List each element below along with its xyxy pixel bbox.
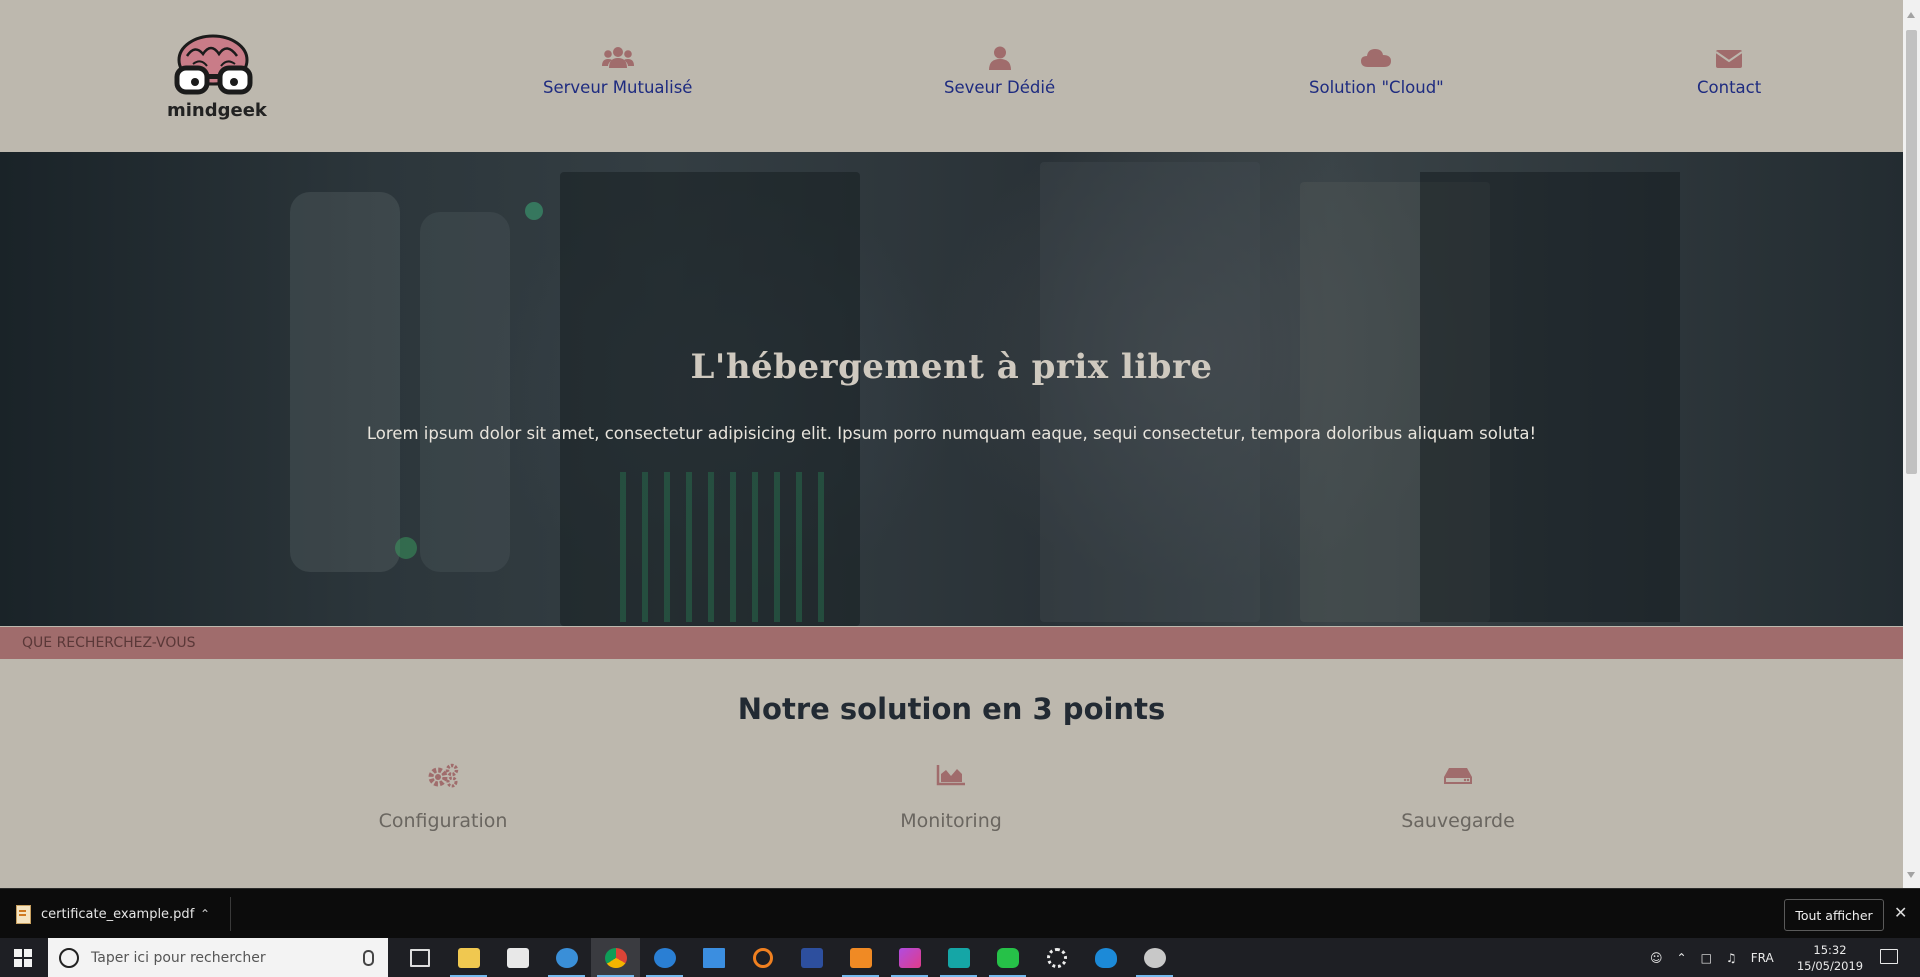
paint-icon[interactable] (1130, 938, 1179, 977)
features-title: Notre solution en 3 points (737, 692, 1166, 726)
network-icon[interactable]: □ (1701, 951, 1712, 965)
nav-label: Seveur Dédié (944, 78, 1056, 97)
nav-solution-cloud[interactable]: Solution "Cloud" (1309, 46, 1444, 97)
browser-icon[interactable] (542, 938, 591, 977)
phpstorm-icon[interactable] (885, 938, 934, 977)
taskbar-search[interactable]: Taper ici pour rechercher (48, 938, 388, 977)
feature-label: Configuration (378, 810, 508, 832)
browser-viewport: mindgeek Serveur Mutualisé Seveur Dédié (0, 0, 1903, 888)
clock[interactable]: 15:32 15/05/2019 (1790, 942, 1870, 974)
hero-bg-shape (525, 202, 543, 220)
taskbar-search-placeholder: Taper ici pour rechercher (91, 949, 266, 966)
chevron-up-icon[interactable]: ⌃ (200, 907, 210, 921)
windows-start-icon[interactable] (14, 949, 32, 967)
clock-time: 15:32 (1813, 943, 1847, 957)
people-icon[interactable]: ☺ (1650, 951, 1663, 965)
pdf-file-icon (16, 904, 31, 924)
volume-icon[interactable]: ♫ (1726, 951, 1737, 965)
hero-title: L'hébergement à prix libre (690, 347, 1213, 387)
nav-contact[interactable]: Contact (1697, 46, 1761, 97)
scroll-up-icon[interactable] (1907, 12, 1915, 18)
site-header: mindgeek Serveur Mutualisé Seveur Dédié (0, 0, 1903, 152)
cloud-icon (1361, 49, 1392, 67)
mysql-icon[interactable] (1081, 938, 1130, 977)
logo-text: mindgeek (167, 100, 267, 121)
feature-sauvegarde: Sauvegarde (1308, 762, 1608, 832)
window-icon[interactable] (689, 938, 738, 977)
download-bar: certificate_example.pdf ⌃ Tout afficher … (0, 888, 1920, 939)
search-bar (0, 627, 1903, 659)
hero-subtitle: Lorem ipsum dolor sit amet, consectetur … (366, 424, 1537, 443)
divider (230, 897, 231, 931)
nav-label: Solution "Cloud" (1309, 78, 1444, 97)
taskbar-apps (395, 938, 1179, 977)
clock-date: 15/05/2019 (1796, 959, 1864, 973)
envelope-icon (1715, 50, 1743, 68)
download-item[interactable]: certificate_example.pdf (16, 901, 194, 927)
microphone-icon[interactable] (363, 950, 374, 966)
area-chart-icon (936, 765, 965, 786)
brain-glasses-icon (174, 34, 253, 95)
search-input[interactable] (22, 633, 202, 653)
close-icon[interactable]: ✕ (1894, 903, 1907, 923)
system-tray: ☺ ⌃ □ ♫ FRA (1650, 938, 1774, 977)
hero-bg-shape (620, 472, 840, 622)
feature-label: Monitoring (900, 810, 1002, 832)
cogs-icon (428, 763, 459, 788)
logo[interactable]: mindgeek (167, 30, 267, 123)
language-indicator[interactable]: FRA (1751, 951, 1774, 965)
download-file-name: certificate_example.pdf (41, 906, 195, 922)
file-explorer-icon[interactable] (444, 938, 493, 977)
hero-bg-shape (1420, 172, 1680, 622)
hero-bg-shape (395, 537, 417, 559)
nav-label: Contact (1697, 78, 1762, 97)
store-icon[interactable] (493, 938, 542, 977)
feature-configuration: Configuration (293, 762, 593, 832)
show-all-button[interactable]: Tout afficher (1784, 899, 1884, 931)
scrollbar-thumb[interactable] (1906, 30, 1917, 474)
sublime-icon[interactable] (836, 938, 885, 977)
powershell-icon[interactable] (787, 938, 836, 977)
feature-monitoring: Monitoring (801, 762, 1101, 832)
nav-serveur-dedie[interactable]: Seveur Dédié (944, 46, 1055, 97)
chrome-icon[interactable] (591, 938, 640, 977)
line-icon[interactable] (983, 938, 1032, 977)
arduino-icon[interactable] (934, 938, 983, 977)
hdd-icon (1444, 768, 1472, 784)
page-scrollbar[interactable] (1903, 0, 1920, 888)
hero-bg-shape (420, 212, 510, 572)
hero-banner: L'hébergement à prix libre Lorem ipsum d… (0, 152, 1903, 626)
hero-bg-shape (1040, 162, 1260, 622)
users-icon (601, 47, 634, 68)
settings-icon[interactable] (1032, 938, 1081, 977)
nav-label: Serveur Mutualisé (543, 78, 693, 97)
vpn-icon[interactable] (640, 938, 689, 977)
task-view-icon[interactable] (395, 938, 444, 977)
windows-taskbar: Taper ici pour rechercher ☺ ⌃ □ ♫ FRA 15… (0, 938, 1920, 977)
cortana-icon (59, 947, 79, 968)
nav-serveur-mutualise[interactable]: Serveur Mutualisé (543, 46, 692, 97)
search-tool-icon[interactable] (738, 938, 787, 977)
user-icon (988, 46, 1011, 70)
notification-icon[interactable] (1880, 949, 1898, 964)
feature-label: Sauvegarde (1401, 810, 1515, 832)
scroll-down-icon[interactable] (1907, 872, 1915, 878)
chevron-up-icon[interactable]: ⌃ (1677, 951, 1687, 965)
